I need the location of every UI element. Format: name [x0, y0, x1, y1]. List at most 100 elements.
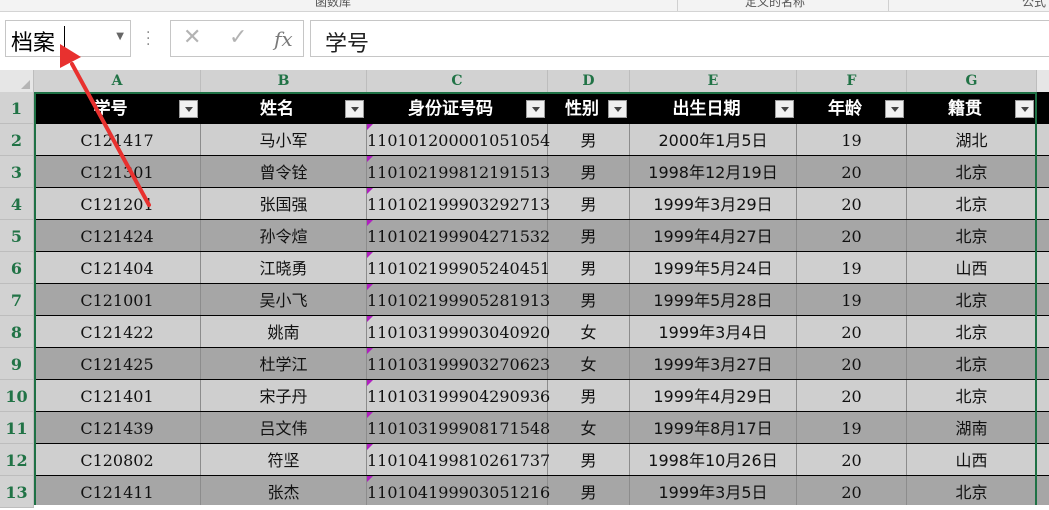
row-header-9[interactable]: 9 [0, 348, 34, 380]
chevron-down-icon[interactable]: ▼ [116, 31, 124, 42]
table-header-cell[interactable]: 身份证号码 [367, 92, 548, 124]
table-cell[interactable]: 20 [797, 444, 907, 475]
table-cell[interactable]: 姚南 [201, 316, 367, 347]
column-header-h-partial[interactable] [1037, 70, 1049, 92]
filter-dropdown-icon[interactable] [775, 100, 794, 118]
row-header-10[interactable]: 10 [0, 380, 34, 412]
filter-dropdown-icon[interactable] [345, 100, 364, 118]
table-cell[interactable]: 北京 [907, 380, 1037, 411]
row-header-4[interactable]: 4 [0, 188, 34, 220]
table-cell[interactable]: 1999年5月28日 [630, 284, 797, 315]
number-as-text-flag-icon[interactable] [367, 188, 373, 194]
table-cell[interactable]: 宋子丹 [201, 380, 367, 411]
number-as-text-flag-icon[interactable] [367, 348, 373, 354]
number-as-text-flag-icon[interactable] [367, 124, 373, 130]
column-header-a[interactable]: A [34, 70, 201, 92]
table-cell[interactable]: 1999年4月27日 [630, 220, 797, 251]
table-cell[interactable]: 20 [797, 348, 907, 379]
table-cell[interactable]: 110104199903051216 [367, 476, 550, 505]
table-cell[interactable]: 20 [797, 156, 907, 187]
table-cell[interactable]: C121439 [34, 412, 201, 443]
table-cell[interactable]: 110102199904271532 [367, 220, 550, 251]
table-cell[interactable]: 110102199905281913 [367, 284, 550, 315]
name-box[interactable]: 档案 ▼ [5, 20, 131, 57]
table-cell[interactable]: 1999年3月27日 [630, 348, 797, 379]
table-cell[interactable]: 女 [548, 348, 630, 379]
table-cell[interactable]: C121411 [34, 476, 201, 505]
row-header-11[interactable]: 11 [0, 412, 34, 444]
row-header-3[interactable]: 3 [0, 156, 34, 188]
table-cell[interactable]: 1998年12月19日 [630, 156, 797, 187]
table-header-cell[interactable]: 姓名 [201, 92, 367, 124]
table-cell[interactable]: 1999年3月5日 [630, 476, 797, 505]
column-header-b[interactable]: B [201, 70, 367, 92]
table-cell[interactable]: C120802 [34, 444, 201, 475]
table-cell[interactable]: 张国强 [201, 188, 367, 219]
table-cell[interactable]: 2000年1月5日 [630, 124, 797, 155]
table-cell[interactable]: 吕文伟 [201, 412, 367, 443]
table-cell[interactable]: C121417 [34, 124, 201, 155]
number-as-text-flag-icon[interactable] [367, 380, 373, 386]
table-header-cell[interactable]: 学号 [34, 92, 201, 124]
table-cell[interactable]: C121422 [34, 316, 201, 347]
table-cell[interactable]: 1999年3月4日 [630, 316, 797, 347]
table-cell[interactable]: 女 [548, 412, 630, 443]
table-cell[interactable]: 男 [548, 252, 630, 283]
table-cell[interactable]: 110104199810261737 [367, 444, 550, 475]
filter-dropdown-icon[interactable] [526, 100, 545, 118]
table-cell[interactable]: C121404 [34, 252, 201, 283]
filter-dropdown-icon[interactable] [608, 100, 627, 118]
table-cell[interactable]: C121001 [34, 284, 201, 315]
table-cell[interactable]: 湖北 [907, 124, 1037, 155]
table-cell[interactable]: 1999年8月17日 [630, 412, 797, 443]
table-cell[interactable]: 孙令煊 [201, 220, 367, 251]
table-cell[interactable]: 110101200001051054 [367, 124, 550, 155]
table-cell[interactable]: 110103199903270623 [367, 348, 550, 379]
table-cell[interactable]: 北京 [907, 476, 1037, 505]
table-cell[interactable]: 男 [548, 156, 630, 187]
column-header-e[interactable]: E [630, 70, 797, 92]
table-cell[interactable]: 北京 [907, 188, 1037, 219]
table-cell[interactable]: C121201 [34, 188, 201, 219]
table-cell[interactable]: 男 [548, 188, 630, 219]
table-cell[interactable]: 110102199903292713 [367, 188, 550, 219]
table-header-cell[interactable]: 籍贯 [907, 92, 1037, 124]
table-cell[interactable]: 北京 [907, 220, 1037, 251]
table-cell[interactable]: 北京 [907, 284, 1037, 315]
table-cell[interactable]: 吴小飞 [201, 284, 367, 315]
row-header-6[interactable]: 6 [0, 252, 34, 284]
column-header-f[interactable]: F [797, 70, 907, 92]
table-cell[interactable]: 山西 [907, 252, 1037, 283]
table-cell[interactable]: 110103199903040920 [367, 316, 550, 347]
number-as-text-flag-icon[interactable] [367, 476, 373, 482]
column-header-c[interactable]: C [367, 70, 548, 92]
enter-icon[interactable]: ✓ [229, 25, 247, 50]
table-cell[interactable]: 符坚 [201, 444, 367, 475]
formula-input-value[interactable]: 学号 [325, 26, 369, 58]
column-header-d[interactable]: D [548, 70, 630, 92]
number-as-text-flag-icon[interactable] [367, 220, 373, 226]
table-cell[interactable]: 110103199904290936 [367, 380, 550, 411]
select-all-corner[interactable] [0, 70, 34, 92]
table-cell[interactable]: 男 [548, 220, 630, 251]
table-cell[interactable]: 男 [548, 124, 630, 155]
table-cell[interactable]: 19 [797, 412, 907, 443]
table-cell[interactable]: 110102199812191513 [367, 156, 550, 187]
table-cell[interactable]: 20 [797, 476, 907, 505]
row-header-8[interactable]: 8 [0, 316, 34, 348]
table-cell[interactable]: 山西 [907, 444, 1037, 475]
filter-dropdown-icon[interactable] [179, 100, 198, 118]
table-cell[interactable]: 江晓勇 [201, 252, 367, 283]
table-cell[interactable]: 北京 [907, 156, 1037, 187]
table-cell[interactable]: C121425 [34, 348, 201, 379]
formula-input[interactable]: 学号 [310, 20, 1049, 57]
number-as-text-flag-icon[interactable] [367, 444, 373, 450]
table-header-cell[interactable]: 性别 [548, 92, 630, 124]
table-cell[interactable]: C121301 [34, 156, 201, 187]
table-cell[interactable]: 杜学江 [201, 348, 367, 379]
table-cell[interactable]: 20 [797, 380, 907, 411]
row-header-12[interactable]: 12 [0, 444, 34, 476]
table-cell[interactable]: 110102199905240451 [367, 252, 550, 283]
table-cell[interactable]: 男 [548, 284, 630, 315]
table-cell[interactable]: 1999年3月29日 [630, 188, 797, 219]
